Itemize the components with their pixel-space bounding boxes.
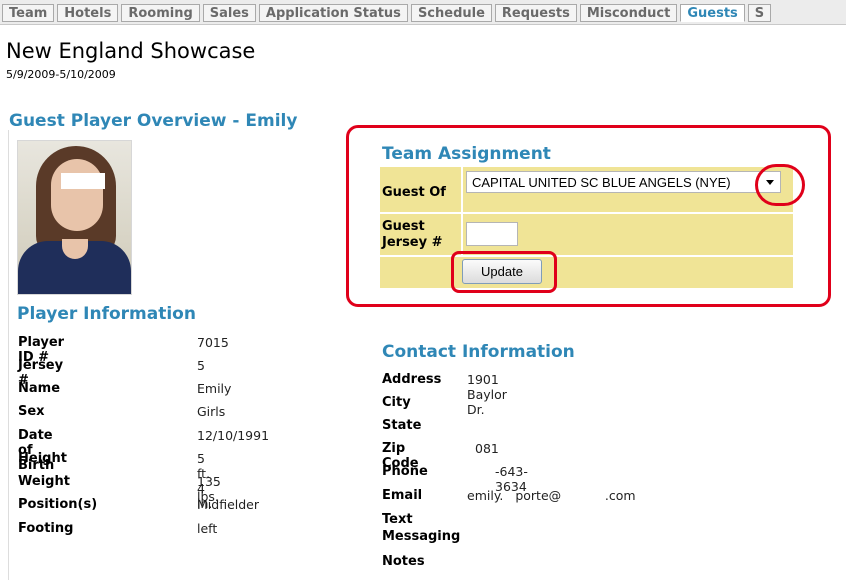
tab-hotels[interactable]: Hotels <box>57 4 119 22</box>
sex-value: Girls <box>197 404 226 419</box>
tab-s[interactable]: S <box>747 4 772 22</box>
tab-misconduct[interactable]: Misconduct <box>579 4 678 22</box>
left-divider <box>8 130 9 580</box>
tab-sales[interactable]: Sales <box>202 4 256 22</box>
event-dates: 5/9/2009-5/10/2009 <box>6 68 116 81</box>
contact-info-title: Contact Information <box>382 342 575 362</box>
guest-jersey-input[interactable] <box>466 222 518 246</box>
page-title: New England Showcase <box>6 39 256 63</box>
tab-requests[interactable]: Requests <box>494 4 577 22</box>
state-label: State <box>382 418 422 433</box>
update-annotation-circle <box>451 251 557 293</box>
redaction-mask <box>61 173 105 189</box>
guest-of-selected: CAPITAL UNITED SC BLUE ANGELS (NYE) <box>472 175 731 190</box>
sex-label: Sex <box>18 404 45 419</box>
name-label: Name <box>18 381 61 396</box>
tab-bar: Team Hotels Rooming Sales Application St… <box>0 0 846 25</box>
footing-value: left <box>197 521 218 536</box>
text-messaging-label: Text Messaging <box>382 512 461 544</box>
player-id-value: 7015 <box>197 335 229 350</box>
address-value: 1901 Baylor Dr. <box>467 372 507 417</box>
dropdown-annotation-circle <box>755 164 805 206</box>
name-value: Emily <box>197 381 232 396</box>
dob-value: 12/10/1991 <box>197 428 270 443</box>
player-photo <box>17 140 132 295</box>
position-value: Midfielder <box>197 497 259 512</box>
zip-value: 081 <box>475 441 499 456</box>
height-label: Height <box>18 451 67 466</box>
update-row-cell <box>380 257 793 288</box>
notes-label: Notes <box>382 554 425 569</box>
tab-team[interactable]: Team <box>2 4 55 22</box>
email-value: emily. porte@ .com <box>467 488 636 503</box>
city-label: City <box>382 395 411 410</box>
guest-jersey-label: Guest Jersey # <box>382 219 443 250</box>
footing-label: Footing <box>18 521 74 536</box>
tab-application-status[interactable]: Application Status <box>258 4 408 22</box>
jersey-value: 5 <box>197 358 205 373</box>
position-label: Position(s) <box>18 497 98 512</box>
email-label: Email <box>382 488 423 503</box>
phone-label: Phone <box>382 464 428 479</box>
weight-label: Weight <box>18 474 70 489</box>
tab-guests[interactable]: Guests <box>680 4 745 22</box>
tab-rooming[interactable]: Rooming <box>121 4 200 22</box>
address-label: Address <box>382 372 442 387</box>
tab-list: Team Hotels Rooming Sales Application St… <box>2 4 772 22</box>
guest-of-label: Guest Of <box>382 185 446 200</box>
guest-of-select[interactable]: CAPITAL UNITED SC BLUE ANGELS (NYE) <box>466 171 781 193</box>
tab-schedule[interactable]: Schedule <box>410 4 492 22</box>
player-info-title: Player Information <box>17 304 196 324</box>
overview-title: Guest Player Overview - Emily <box>9 111 298 131</box>
team-assignment-title: Team Assignment <box>382 144 551 164</box>
